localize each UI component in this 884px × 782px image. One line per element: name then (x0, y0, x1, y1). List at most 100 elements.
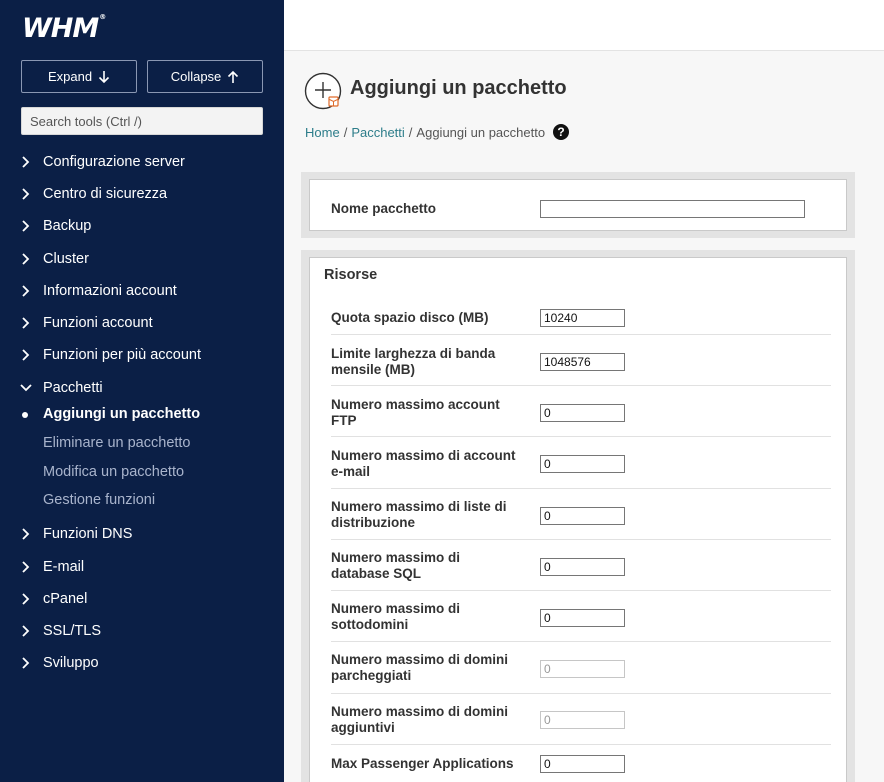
row-divider (331, 436, 831, 437)
nav-item-label: Pacchetti (43, 380, 103, 396)
disk-quota-label: Quota spazio disco (MB) (331, 310, 489, 325)
max-passenger-input[interactable] (540, 755, 625, 773)
max-parked-domains-label: Numero massimo di domini parcheggiati (331, 652, 509, 683)
bandwidth-limit-input[interactable] (540, 353, 625, 371)
chevron-down-icon (20, 384, 32, 392)
max-email-label: Numero massimo di account e-mail (331, 448, 516, 479)
nav-item-informazioni-account[interactable]: Informazioni account (0, 279, 284, 303)
chevron-right-icon (22, 156, 30, 168)
nav-item-email[interactable]: E-mail (0, 555, 284, 579)
collapse-label: Collapse (170, 69, 222, 84)
resources-card: Risorse Quota spazio disco (MB) Limite l… (309, 257, 847, 782)
chevron-right-icon (22, 561, 30, 573)
max-parked-domains-input[interactable] (540, 660, 625, 678)
nav-item-label: Funzioni account (43, 315, 153, 331)
nav-item-cpanel[interactable]: cPanel (0, 587, 284, 611)
row-divider (331, 641, 831, 642)
max-lists-label: Numero massimo di liste di distribuzione (331, 499, 507, 530)
package-name-label: Nome pacchetto (331, 201, 437, 216)
disk-quota-input[interactable] (540, 309, 625, 327)
package-name-panel: Nome pacchetto (301, 172, 855, 238)
nav-item-label: Funzioni DNS (43, 526, 133, 542)
chevron-right-icon (22, 285, 30, 297)
page-title: Aggiungi un pacchetto (350, 77, 567, 99)
chevron-right-icon (22, 349, 30, 361)
package-name-input[interactable] (540, 200, 805, 218)
max-addon-domains-input[interactable] (540, 711, 625, 729)
row-divider (331, 334, 831, 335)
nav-item-label: Configurazione server (43, 154, 185, 170)
expand-button[interactable]: Expand (21, 60, 137, 93)
nav-item-funzioni-account[interactable]: Funzioni account (0, 311, 284, 335)
nav-item-label: Centro di sicurezza (43, 186, 168, 202)
subnav-item-modifica-pacchetto[interactable]: Modifica un pacchetto (43, 464, 184, 480)
nav-item-label: Funzioni per più account (43, 347, 201, 363)
chevron-right-icon (22, 317, 30, 329)
nav-item-label: Sviluppo (43, 655, 99, 671)
max-ftp-input[interactable] (540, 404, 625, 422)
nav-item-funzioni-piu-account[interactable]: Funzioni per più account (0, 343, 284, 367)
nav-item-funzioni-dns[interactable]: Funzioni DNS (0, 522, 284, 546)
breadcrumb: Home / Pacchetti / Aggiungi un pacchetto… (305, 124, 570, 140)
chevron-right-icon (22, 593, 30, 605)
nav-item-label: Backup (43, 218, 92, 234)
top-bar (284, 0, 884, 51)
nav-item-label: Cluster (43, 251, 89, 267)
subnav-item-aggiungi-pacchetto[interactable]: Aggiungi un pacchetto (43, 406, 200, 422)
add-package-icon (304, 72, 342, 110)
collapse-button[interactable]: Collapse (147, 60, 263, 93)
max-lists-input[interactable] (540, 507, 625, 525)
chevron-right-icon (22, 253, 30, 265)
breadcrumb-packages-link[interactable]: Pacchetti (351, 125, 404, 140)
subnav-item-gestione-funzioni[interactable]: Gestione funzioni (43, 492, 155, 508)
row-divider (331, 590, 831, 591)
package-name-card: Nome pacchetto (309, 179, 847, 231)
max-addon-domains-label: Numero massimo di domini aggiuntivi (331, 704, 509, 735)
active-bullet-icon (22, 412, 28, 418)
nav-item-label: SSL/TLS (43, 623, 102, 639)
resources-title: Risorse (324, 267, 378, 283)
arrow-up-icon (228, 70, 239, 83)
bandwidth-limit-label: Limite larghezza di banda mensile (MB) (331, 346, 496, 377)
breadcrumb-home-link[interactable]: Home (305, 125, 340, 140)
help-icon[interactable]: ? (553, 124, 570, 140)
chevron-right-icon (22, 657, 30, 669)
breadcrumb-separator: / (343, 124, 348, 140)
chevron-right-icon (22, 528, 30, 540)
row-divider (331, 744, 831, 745)
max-subdomains-label: Numero massimo di sottodomini (331, 601, 461, 632)
max-sql-input[interactable] (540, 558, 625, 576)
max-passenger-label: Max Passenger Applications (331, 756, 514, 771)
row-divider (331, 385, 831, 386)
arrow-down-icon (98, 70, 110, 83)
nav-item-backup[interactable]: Backup (0, 214, 284, 238)
breadcrumb-current: Aggiungi un pacchetto (416, 124, 546, 140)
nav-item-configurazione-server[interactable]: Configurazione server (0, 150, 284, 174)
row-divider (331, 488, 831, 489)
nav-item-ssl-tls[interactable]: SSL/TLS (0, 619, 284, 643)
whm-logo[interactable]: WHM® (22, 13, 106, 44)
nav-item-label: E-mail (43, 559, 85, 575)
max-subdomains-input[interactable] (540, 609, 625, 627)
chevron-right-icon (22, 625, 30, 637)
max-email-input[interactable] (540, 455, 625, 473)
chevron-right-icon (22, 220, 30, 232)
subnav-item-eliminare-pacchetto[interactable]: Eliminare un pacchetto (43, 435, 191, 451)
nav-item-sviluppo[interactable]: Sviluppo (0, 651, 284, 675)
trademark-mark: ® (99, 13, 106, 21)
nav-item-centro-sicurezza[interactable]: Centro di sicurezza (0, 182, 284, 206)
breadcrumb-separator: / (408, 124, 413, 140)
sidebar: WHM® Expand Collapse Configurazione serv… (0, 0, 284, 782)
search-tools-input[interactable] (21, 107, 263, 135)
nav-item-pacchetti[interactable]: Pacchetti (0, 376, 284, 400)
chevron-right-icon (22, 188, 30, 200)
main-content: Aggiungi un pacchetto Home / Pacchetti /… (284, 51, 884, 782)
nav-item-label: cPanel (43, 591, 88, 607)
nav-item-cluster[interactable]: Cluster (0, 247, 284, 271)
nav-item-label: Informazioni account (43, 283, 177, 299)
max-sql-label: Numero massimo di database SQL (331, 550, 461, 581)
row-divider (331, 539, 831, 540)
logo-text: WHM (22, 13, 99, 44)
expand-label: Expand (47, 69, 93, 84)
resources-panel: Risorse Quota spazio disco (MB) Limite l… (301, 250, 855, 782)
